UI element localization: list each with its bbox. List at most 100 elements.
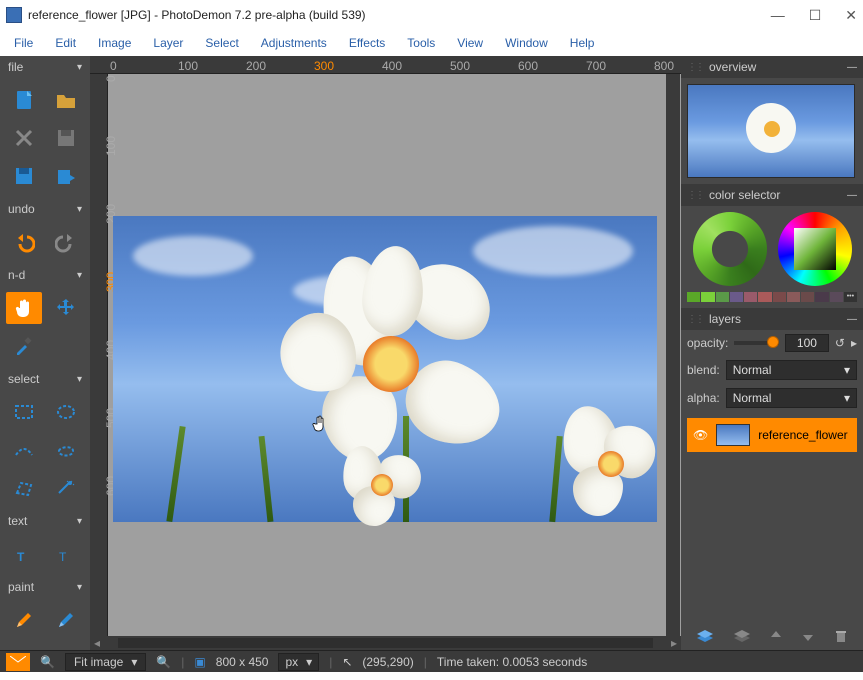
- zoom-out-button[interactable]: 🔍: [40, 655, 55, 669]
- opacity-reset-icon[interactable]: ↺: [835, 336, 845, 350]
- poly-select-button[interactable]: [6, 472, 42, 504]
- delete-layer-button[interactable]: [833, 628, 849, 644]
- duplicate-layer-button[interactable]: [732, 628, 752, 644]
- panel-layers-header[interactable]: ⋮⋮ layers —: [681, 308, 863, 330]
- opacity-slider[interactable]: [734, 341, 779, 345]
- open-file-button[interactable]: [48, 84, 84, 116]
- opacity-menu-icon[interactable]: ▸: [851, 336, 857, 350]
- menu-image[interactable]: Image: [88, 32, 141, 54]
- blend-mode-select[interactable]: Normal ▾: [726, 360, 857, 380]
- menu-tools[interactable]: Tools: [397, 32, 445, 54]
- swatch[interactable]: [801, 292, 814, 302]
- pencil-tool-button[interactable]: [6, 604, 42, 636]
- menu-view[interactable]: View: [447, 32, 493, 54]
- menu-window[interactable]: Window: [495, 32, 558, 54]
- swatch[interactable]: [744, 292, 757, 302]
- menu-edit[interactable]: Edit: [45, 32, 86, 54]
- panel-overview: [681, 78, 863, 184]
- lasso-select-button[interactable]: [48, 434, 84, 466]
- layer-row[interactable]: 👁 reference_flower: [687, 418, 857, 452]
- swatch[interactable]: [687, 292, 700, 302]
- panel-overview-header[interactable]: ⋮⋮ overview —: [681, 56, 863, 78]
- alpha-mode-select[interactable]: Normal ▾: [726, 388, 857, 408]
- measure-tool-button[interactable]: [48, 330, 84, 362]
- rect-select-button[interactable]: [6, 396, 42, 428]
- status-message: Time taken: 0.0053 seconds: [437, 655, 587, 669]
- scrollbar-horizontal[interactable]: ◂ ▸: [90, 636, 681, 650]
- section-file[interactable]: file ▾: [0, 56, 90, 78]
- scroll-right-icon[interactable]: ▸: [667, 636, 681, 650]
- zoom-select[interactable]: Fit image ▾: [65, 653, 146, 671]
- menu-layer[interactable]: Layer: [143, 32, 193, 54]
- text-fancy-tool-button[interactable]: T: [48, 538, 84, 570]
- section-select[interactable]: select ▾: [0, 368, 90, 390]
- section-paint[interactable]: paint ▾: [0, 576, 90, 598]
- menu-adjustments[interactable]: Adjustments: [251, 32, 337, 54]
- swatch[interactable]: [830, 292, 843, 302]
- ellipse-select-button[interactable]: [48, 396, 84, 428]
- opacity-input[interactable]: 100: [785, 334, 829, 352]
- image-info-icon[interactable]: ▣: [194, 655, 205, 669]
- section-nav[interactable]: n-d ▾: [0, 264, 90, 286]
- zoom-value: Fit image: [74, 655, 123, 669]
- messages-button[interactable]: [6, 653, 30, 671]
- close-button[interactable]: ✕: [845, 7, 857, 24]
- wand-select-button[interactable]: [48, 472, 84, 504]
- menu-file[interactable]: File: [4, 32, 43, 54]
- section-undo[interactable]: undo ▾: [0, 198, 90, 220]
- visibility-icon[interactable]: 👁: [693, 428, 708, 442]
- line-select-button[interactable]: [6, 434, 42, 466]
- layer-list: 👁 reference_flower: [681, 412, 863, 622]
- collapse-icon[interactable]: —: [847, 62, 857, 73]
- menu-select[interactable]: Select: [195, 32, 248, 54]
- close-file-button[interactable]: [6, 122, 42, 154]
- overview-thumbnail[interactable]: [687, 84, 855, 178]
- scroll-left-icon[interactable]: ◂: [90, 636, 104, 650]
- menu-help[interactable]: Help: [560, 32, 605, 54]
- ruler-horizontal[interactable]: 0 100 200 300 400 500 600 700 800: [90, 56, 681, 74]
- layer-name: reference_flower: [758, 428, 847, 442]
- maximize-button[interactable]: ☐: [809, 7, 822, 24]
- panel-color-header[interactable]: ⋮⋮ color selector —: [681, 184, 863, 206]
- color-picker-tool-button[interactable]: [6, 330, 42, 362]
- ruler-vertical[interactable]: 0 100 200 300 400 500 600: [90, 74, 108, 636]
- minimize-button[interactable]: —: [771, 7, 785, 24]
- move-tool-button[interactable]: [48, 292, 84, 324]
- export-button[interactable]: [48, 160, 84, 192]
- section-text[interactable]: text ▾: [0, 510, 90, 532]
- layer-down-button[interactable]: [800, 628, 816, 644]
- swatch[interactable]: [716, 292, 729, 302]
- grip-icon: ⋮⋮: [687, 314, 703, 325]
- canvas[interactable]: [108, 74, 681, 636]
- app-logo-icon: [6, 7, 22, 23]
- unit-select[interactable]: px ▾: [278, 653, 319, 671]
- alpha-value: Normal: [733, 391, 772, 405]
- color-wheel[interactable]: [778, 212, 852, 286]
- text-tool-button[interactable]: T: [6, 538, 42, 570]
- chevron-down-icon: ▾: [77, 516, 82, 527]
- layer-up-button[interactable]: [768, 628, 784, 644]
- swatch[interactable]: [773, 292, 786, 302]
- swatch[interactable]: [815, 292, 828, 302]
- undo-button[interactable]: [6, 226, 42, 258]
- new-file-button[interactable]: [6, 84, 42, 116]
- hand-tool-button[interactable]: [6, 292, 42, 324]
- swatch[interactable]: [787, 292, 800, 302]
- scrollbar-vertical[interactable]: [666, 74, 680, 636]
- save-file-button[interactable]: [48, 122, 84, 154]
- swatch-more[interactable]: •••: [844, 292, 857, 302]
- swatch[interactable]: [730, 292, 743, 302]
- redo-button[interactable]: [48, 226, 84, 258]
- swatch[interactable]: [758, 292, 771, 302]
- hue-ring[interactable]: [693, 212, 767, 286]
- zoom-in-button[interactable]: 🔍: [156, 655, 171, 669]
- add-layer-button[interactable]: [695, 628, 715, 644]
- save-as-button[interactable]: [6, 160, 42, 192]
- opacity-label: opacity:: [687, 336, 728, 350]
- menu-effects[interactable]: Effects: [339, 32, 395, 54]
- swatch[interactable]: [701, 292, 714, 302]
- section-nav-label: n-d: [8, 268, 25, 282]
- collapse-icon[interactable]: —: [847, 314, 857, 325]
- collapse-icon[interactable]: —: [847, 190, 857, 201]
- brush-tool-button[interactable]: [48, 604, 84, 636]
